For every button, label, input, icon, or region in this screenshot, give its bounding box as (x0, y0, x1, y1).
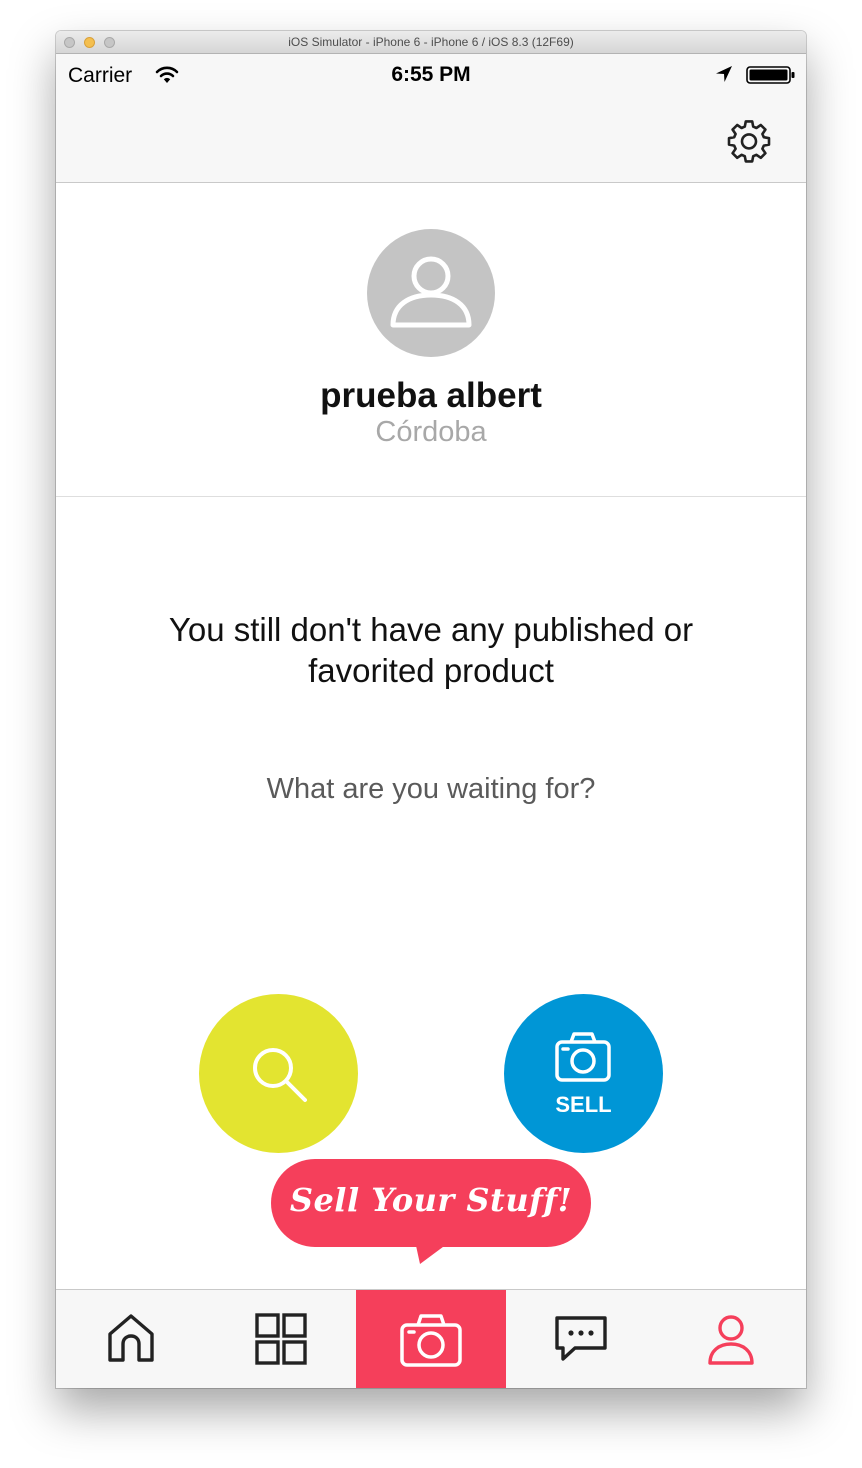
sell-button[interactable]: SELL (504, 994, 663, 1153)
window-title: iOS Simulator - iPhone 6 - iPhone 6 / iO… (288, 35, 574, 49)
tab-bar (56, 1289, 806, 1388)
chat-icon (555, 1316, 607, 1361)
status-time: 6:55 PM (391, 63, 471, 86)
user-icon (708, 1315, 754, 1365)
tab-chats[interactable] (506, 1290, 656, 1388)
window-titlebar: iOS Simulator - iPhone 6 - iPhone 6 / iO… (56, 31, 806, 54)
navigation-bar (56, 94, 806, 183)
tab-sell[interactable] (356, 1290, 506, 1388)
user-name: prueba albert (320, 376, 542, 415)
sell-label: SELL (555, 1092, 612, 1117)
camera-icon (555, 1032, 611, 1082)
tab-home[interactable] (56, 1290, 206, 1388)
bubble-tail (415, 1241, 451, 1264)
location-arrow-icon (716, 66, 732, 82)
bubble-text: Sell Your Stuff! (289, 1181, 573, 1219)
search-icon (253, 1048, 307, 1102)
search-button[interactable] (199, 994, 358, 1153)
profile-header: prueba albert Córdoba (56, 183, 806, 497)
tab-profile[interactable] (656, 1290, 806, 1388)
empty-state-message: You still don't have any published or fa… (168, 611, 694, 689)
avatar[interactable] (367, 229, 495, 357)
sell-your-stuff-tooltip[interactable]: Sell Your Stuff! (271, 1159, 591, 1264)
simulator-window: iOS Simulator - iPhone 6 - iPhone 6 / iO… (56, 31, 806, 1388)
status-bar: Carrier 6:55 PM (56, 54, 806, 94)
camera-icon (400, 1314, 462, 1367)
home-icon (108, 1314, 154, 1362)
user-placeholder-icon (390, 256, 472, 328)
battery-icon (746, 66, 795, 84)
empty-state-prompt: What are you waiting for? (266, 773, 596, 805)
user-location: Córdoba (375, 416, 487, 448)
grid-icon (255, 1313, 307, 1365)
gear-icon[interactable] (725, 116, 773, 164)
tab-categories[interactable] (206, 1290, 356, 1388)
